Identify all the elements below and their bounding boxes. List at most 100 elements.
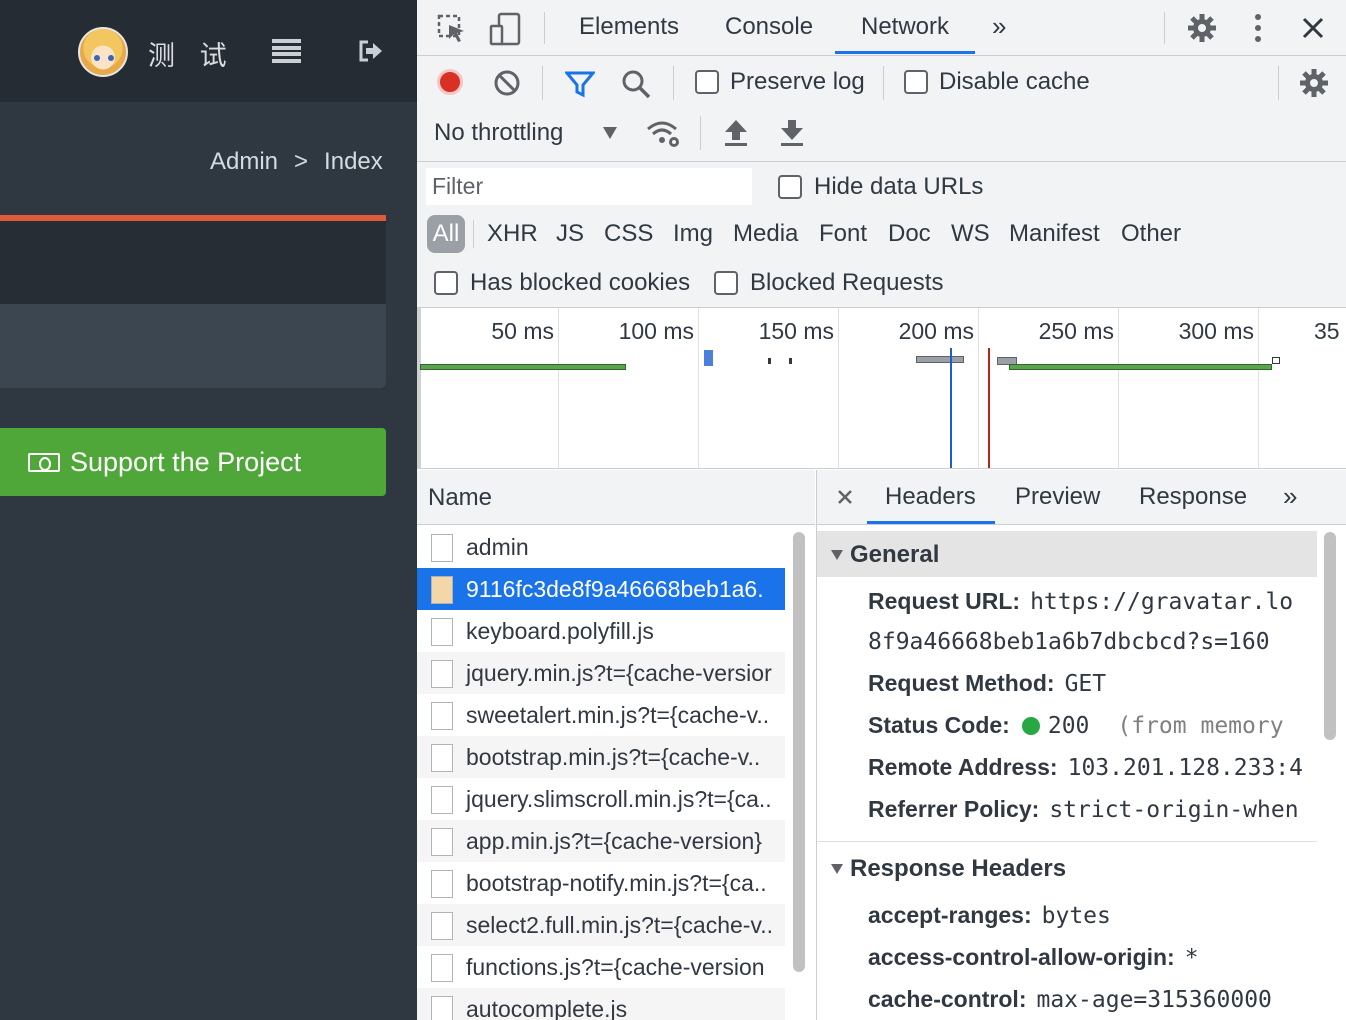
close-devtools-icon[interactable] — [1301, 16, 1325, 40]
overview-left-handle[interactable] — [417, 308, 421, 468]
request-list-scrollbar[interactable] — [793, 532, 805, 972]
filter-type-media[interactable]: Media — [733, 220, 798, 248]
filter-type-doc[interactable]: Doc — [888, 220, 931, 248]
tab-preview[interactable]: Preview — [1015, 483, 1100, 511]
preserve-log-checkbox[interactable] — [695, 70, 719, 94]
request-row[interactable]: bootstrap-notify.min.js?t={ca.. — [417, 862, 785, 904]
request-row[interactable]: jquery.slimscroll.min.js?t={ca.. — [417, 778, 785, 820]
tab-console[interactable]: Console — [725, 13, 813, 41]
script-file-icon — [431, 870, 453, 898]
request-row[interactable]: admin — [417, 526, 785, 568]
general-section-header[interactable]: General — [817, 531, 1317, 577]
request-list: Name admin 9116fc3de8f9a46668beb1a6. key… — [417, 470, 817, 1020]
request-row[interactable]: select2.full.min.js?t={cache-v.. — [417, 904, 785, 946]
filter-type-css[interactable]: CSS — [604, 220, 653, 248]
app-topbar: 测 试 — [0, 0, 417, 102]
filter-type-font[interactable]: Font — [819, 220, 867, 248]
request-row[interactable]: app.min.js?t={cache-version} — [417, 820, 785, 862]
search-icon[interactable] — [621, 69, 651, 99]
filter-type-js[interactable]: JS — [556, 220, 584, 248]
record-icon[interactable] — [437, 69, 463, 95]
breadcrumb-index: Index — [324, 148, 383, 175]
disable-cache-checkbox[interactable] — [904, 70, 928, 94]
breadcrumb-admin[interactable]: Admin — [210, 148, 278, 175]
blocked-requests-label[interactable]: Blocked Requests — [750, 269, 943, 297]
network-conditions-icon[interactable] — [646, 119, 682, 149]
filter-type-xhr[interactable]: XHR — [487, 220, 538, 248]
disable-cache-label[interactable]: Disable cache — [939, 68, 1090, 96]
inspect-element-icon[interactable] — [437, 14, 467, 44]
request-row[interactable]: jquery.min.js?t={cache-versior — [417, 652, 785, 694]
hide-data-urls-checkbox[interactable] — [778, 175, 802, 199]
throttling-dropdown-icon[interactable] — [603, 127, 617, 139]
request-row-selected[interactable]: 9116fc3de8f9a46668beb1a6. — [417, 568, 785, 610]
document-icon — [431, 534, 453, 562]
request-row[interactable]: autocomplete.js — [417, 988, 785, 1020]
request-bar — [789, 358, 792, 364]
request-row[interactable]: bootstrap.min.js?t={cache-v.. — [417, 736, 785, 778]
tab-network[interactable]: Network — [861, 13, 949, 41]
script-file-icon — [431, 702, 453, 730]
referrer-policy-row: Referrer Policy: strict-origin-when — [868, 796, 1299, 823]
has-blocked-cookies-checkbox[interactable] — [434, 271, 458, 295]
export-har-icon[interactable] — [779, 118, 805, 148]
request-url-label: Request URL: — [868, 588, 1021, 614]
close-details-icon[interactable] — [837, 489, 853, 505]
breadcrumb: Admin > Index — [210, 148, 383, 176]
name-column-header[interactable]: Name — [417, 470, 815, 525]
response-headers-section-header[interactable]: Response Headers — [817, 845, 1317, 891]
request-url-row: Request URL: https://gravatar.lo — [868, 588, 1293, 615]
settings-gear-icon[interactable] — [1186, 12, 1218, 44]
hide-data-urls-label[interactable]: Hide data URLs — [814, 173, 983, 201]
tab-headers[interactable]: Headers — [885, 483, 976, 511]
response-headers-title: Response Headers — [850, 855, 1067, 882]
has-blocked-cookies-label[interactable]: Has blocked cookies — [470, 269, 690, 297]
request-name: 9116fc3de8f9a46668beb1a6. — [466, 576, 764, 602]
kebab-menu-icon[interactable] — [1252, 13, 1264, 43]
request-details-panel: Headers Preview Response » General Reque… — [817, 470, 1346, 1020]
filter-type-manifest[interactable]: Manifest — [1009, 220, 1100, 248]
request-url-continued: 8f9a46668beb1a6b7dbcbcd?s=160 — [868, 628, 1270, 655]
network-overview-timeline[interactable]: 50 ms 100 ms 150 ms 200 ms 250 ms 300 ms… — [417, 308, 1346, 469]
filter-type-all[interactable]: All — [427, 215, 465, 253]
filter-bar: Hide data URLs All XHR JS CSS Img Media … — [417, 162, 1346, 308]
user-name[interactable]: 测 试 — [148, 34, 235, 73]
device-toolbar-icon[interactable] — [489, 12, 521, 46]
more-tabs-icon[interactable]: » — [992, 11, 1006, 42]
tick-label: 200 ms — [898, 318, 974, 344]
support-project-button[interactable]: Support the Project — [0, 428, 386, 496]
filter-type-ws[interactable]: WS — [951, 220, 990, 248]
preserve-log-label[interactable]: Preserve log — [730, 68, 865, 96]
active-tab-indicator — [835, 51, 975, 54]
tick-label: 250 ms — [1038, 318, 1114, 344]
admin-app: 测 试 Admin > Index Support the Project — [0, 0, 417, 1020]
clear-icon[interactable] — [493, 69, 521, 97]
support-project-label: Support the Project — [70, 446, 302, 477]
tab-elements[interactable]: Elements — [579, 13, 679, 41]
user-avatar[interactable] — [78, 27, 128, 77]
tick-label: 35 — [1314, 318, 1340, 344]
request-row[interactable]: keyboard.polyfill.js — [417, 610, 785, 652]
request-method-row: Request Method: GET — [868, 670, 1106, 697]
filter-input[interactable] — [426, 168, 752, 205]
details-tabbar: Headers Preview Response » — [817, 470, 1346, 525]
request-name: functions.js?t={cache-version — [466, 954, 765, 980]
logout-icon[interactable] — [358, 39, 384, 63]
request-bar — [1009, 364, 1272, 370]
menu-icon[interactable] — [272, 39, 301, 63]
import-har-icon[interactable] — [723, 118, 749, 148]
acao-label: access-control-allow-origin: — [868, 944, 1175, 970]
request-name: admin — [466, 534, 529, 560]
request-row[interactable]: functions.js?t={cache-version — [417, 946, 785, 988]
filter-funnel-icon[interactable] — [565, 70, 595, 98]
blocked-requests-checkbox[interactable] — [714, 271, 738, 295]
request-bar — [704, 350, 713, 366]
details-scrollbar[interactable] — [1324, 532, 1336, 740]
throttling-select[interactable]: No throttling — [434, 119, 563, 147]
more-detail-tabs-icon[interactable]: » — [1283, 481, 1297, 512]
filter-type-img[interactable]: Img — [673, 220, 713, 248]
request-row[interactable]: sweetalert.min.js?t={cache-v.. — [417, 694, 785, 736]
network-settings-gear-icon[interactable] — [1298, 67, 1330, 99]
filter-type-other[interactable]: Other — [1121, 220, 1181, 248]
tab-response[interactable]: Response — [1139, 483, 1247, 511]
